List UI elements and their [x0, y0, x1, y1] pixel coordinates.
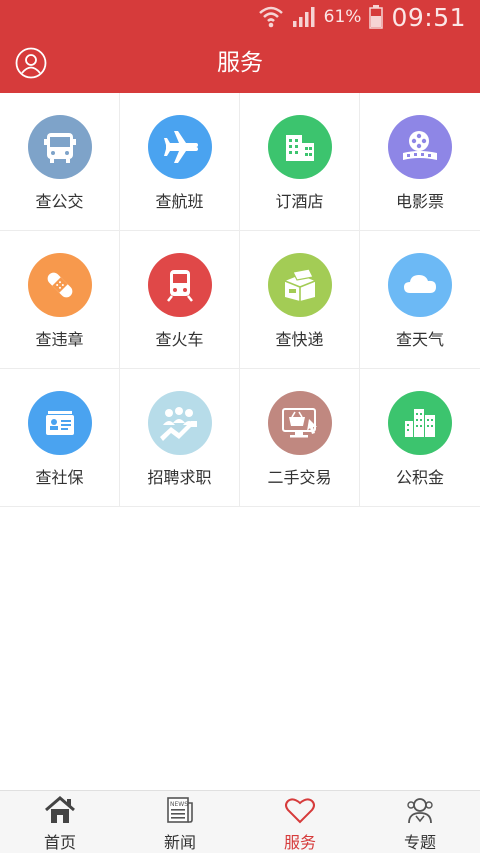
wifi-icon: [258, 5, 284, 29]
status-time: 09:51: [391, 2, 466, 32]
service-label: 查天气: [395, 330, 444, 349]
bus-icon: [28, 115, 92, 179]
nav-item-news[interactable]: NEWS 新闻: [120, 791, 240, 853]
train-icon: [148, 253, 212, 317]
airplane-icon: [148, 115, 212, 179]
service-label: 订酒店: [275, 192, 324, 211]
status-bar: 61% 09:51: [0, 0, 480, 34]
battery-percent: 61%: [323, 7, 362, 27]
newspaper-icon: NEWS: [164, 795, 196, 825]
service-label: 查社保: [35, 468, 84, 487]
service-item-movie-ticket[interactable]: 电影票: [360, 93, 480, 231]
service-item-flight[interactable]: 查航班: [120, 93, 240, 231]
service-label: 电影票: [395, 192, 444, 211]
service-item-second-hand[interactable]: 二手交易: [240, 369, 360, 507]
battery-icon: [369, 5, 384, 29]
nav-label: 服务: [283, 833, 316, 852]
bandage-icon: [28, 253, 92, 317]
nav-item-services[interactable]: 服务: [240, 791, 360, 853]
service-label: 查航班: [155, 192, 204, 211]
service-item-train[interactable]: 查火车: [120, 231, 240, 369]
film-reel-icon: [388, 115, 452, 179]
city-buildings-icon: [388, 391, 452, 455]
service-item-jobs[interactable]: 招聘求职: [120, 369, 240, 507]
newspaper-icon-text: NEWS: [170, 801, 188, 808]
home-icon: [44, 795, 76, 825]
service-item-social-security[interactable]: 查社保: [0, 369, 120, 507]
hotel-building-icon: [268, 115, 332, 179]
topics-people-icon: [404, 795, 436, 825]
service-item-bus[interactable]: 查公交: [0, 93, 120, 231]
id-card-icon: [28, 391, 92, 455]
service-item-hotel[interactable]: 订酒店: [240, 93, 360, 231]
service-label: 查快递: [275, 330, 324, 349]
service-item-express[interactable]: 查快递: [240, 231, 360, 369]
nav-item-topics[interactable]: 专题: [360, 791, 480, 853]
heart-icon: [284, 795, 316, 825]
service-label: 二手交易: [267, 468, 332, 487]
service-label: 招聘求职: [147, 468, 212, 487]
package-box-icon: [268, 253, 332, 317]
header-bar: 服务: [0, 34, 480, 93]
service-label: 查火车: [155, 330, 204, 349]
service-label: 查违章: [35, 330, 84, 349]
page-title: 服务: [217, 50, 263, 76]
service-item-housing-fund[interactable]: 公积金: [360, 369, 480, 507]
people-growth-icon: [148, 391, 212, 455]
service-label: 查公交: [35, 192, 84, 211]
shopping-basket-icon: [268, 391, 332, 455]
bottom-nav: 首页 NEWS 新闻 服务 专题: [0, 790, 480, 853]
services-grid: 查公交 查航班 订酒店 电影票 查违章 查火车 查快递 查天气 查社保 招聘求职…: [0, 93, 480, 507]
service-label: 公积金: [395, 468, 444, 487]
signal-icon: [292, 6, 316, 28]
service-item-weather[interactable]: 查天气: [360, 231, 480, 369]
nav-label: 首页: [43, 833, 76, 852]
service-item-traffic-violation[interactable]: 查违章: [0, 231, 120, 369]
nav-label: 专题: [403, 833, 436, 852]
nav-item-home[interactable]: 首页: [0, 791, 120, 853]
cloud-icon: [388, 253, 452, 317]
nav-label: 新闻: [163, 833, 196, 852]
